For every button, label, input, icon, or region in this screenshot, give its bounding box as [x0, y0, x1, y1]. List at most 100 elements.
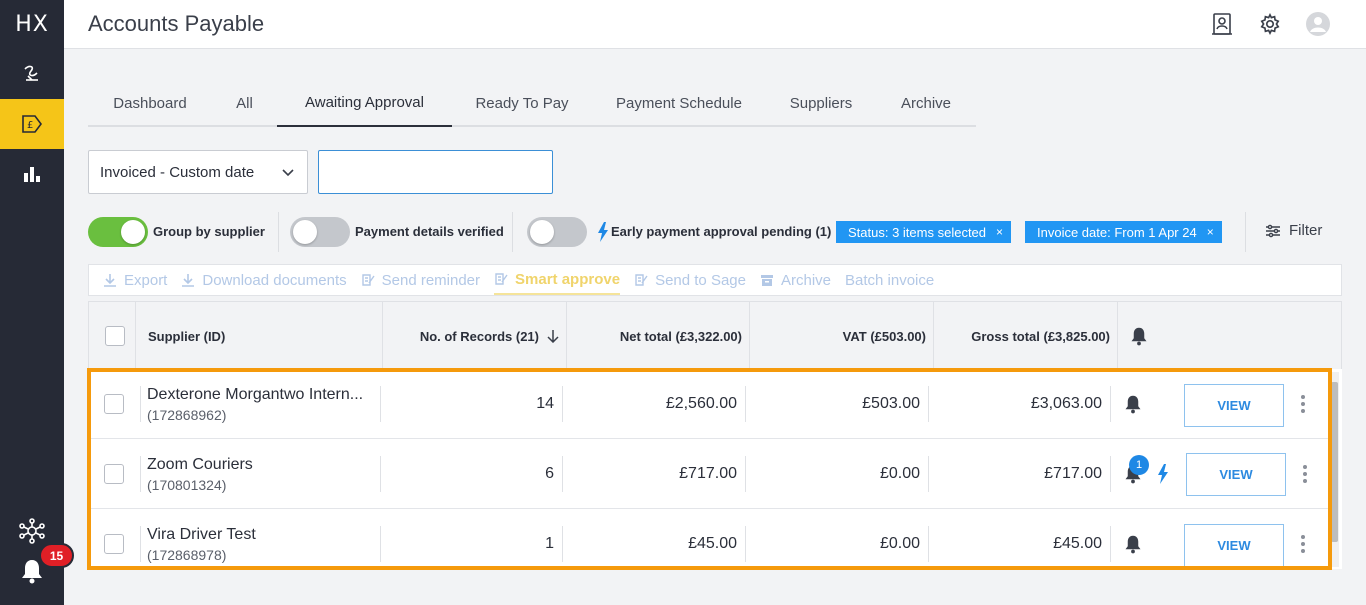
- tab-ready-to-pay[interactable]: Ready To Pay: [452, 80, 592, 127]
- filter-button[interactable]: Filter: [1265, 222, 1322, 239]
- gear-icon: [1260, 13, 1280, 35]
- vat-amount: £0.00: [879, 535, 920, 552]
- toggle-payment-details-verified[interactable]: [290, 217, 350, 247]
- date-range-input[interactable]: [318, 150, 553, 194]
- column-separator: [566, 302, 567, 370]
- toggle-early-payment-pending[interactable]: [527, 217, 587, 247]
- sliders-icon: [1266, 224, 1280, 237]
- divider: [1245, 212, 1246, 252]
- tab-dashboard[interactable]: Dashboard: [88, 80, 212, 127]
- tab-payment-schedule[interactable]: Payment Schedule: [592, 80, 766, 127]
- smart-approve-button[interactable]: Smart approve: [494, 265, 621, 295]
- sidebar-item-accounts-payable[interactable]: £: [0, 99, 64, 149]
- sidebar-item-integrations[interactable]: [0, 518, 64, 544]
- column-header-supplier[interactable]: Supplier (ID): [148, 302, 225, 370]
- column-separator: [382, 302, 383, 370]
- network-hub-icon: [19, 518, 45, 544]
- close-icon[interactable]: ×: [1207, 225, 1214, 239]
- more-options-icon[interactable]: [1302, 465, 1308, 483]
- table-scrollbar[interactable]: [1330, 372, 1339, 567]
- reminder-cell: [1124, 369, 1142, 439]
- column-header-net-total[interactable]: Net total (£3,322.00): [569, 302, 742, 370]
- supplier-name: Zoom Couriers: [147, 455, 253, 473]
- bell-icon[interactable]: [1124, 394, 1142, 414]
- supplier-name: Dexterone Morgantwo Intern...: [147, 385, 364, 403]
- column-header-vat[interactable]: VAT (£503.00): [752, 302, 926, 370]
- export-button[interactable]: Export: [103, 265, 167, 295]
- download-documents-button[interactable]: Download documents: [181, 265, 347, 295]
- settings-button[interactable]: [1258, 12, 1282, 36]
- tab-suppliers[interactable]: Suppliers: [766, 80, 876, 127]
- smart-approve-label: Smart approve: [515, 270, 621, 288]
- table-row[interactable]: Dexterone Morgantwo Intern... (172868962…: [88, 369, 1328, 439]
- edit-document-icon: [361, 274, 375, 286]
- gross-total: £45.00: [1053, 535, 1102, 552]
- lightning-icon: [1158, 464, 1168, 484]
- sidebar: HX £ 15: [0, 0, 74, 605]
- edit-document-icon: [635, 274, 648, 286]
- more-options-icon[interactable]: [1300, 535, 1306, 553]
- user-menu-button[interactable]: [1306, 12, 1330, 36]
- supplier-cell: Zoom Couriers (170801324): [147, 439, 253, 509]
- more-options-icon[interactable]: [1300, 395, 1306, 413]
- cell-separator: [380, 386, 381, 422]
- archive-button[interactable]: Archive: [760, 265, 831, 295]
- bell-icon[interactable]: [1124, 534, 1142, 554]
- send-to-sage-button[interactable]: Send to Sage: [634, 265, 746, 295]
- toggle-group-by-supplier[interactable]: [88, 217, 148, 247]
- net-total: £717.00: [679, 465, 737, 482]
- scrollbar-thumb[interactable]: [1331, 382, 1338, 542]
- download-documents-label: Download documents: [202, 271, 347, 289]
- cell-separator: [140, 456, 141, 492]
- tab-all[interactable]: All: [212, 80, 277, 127]
- row-checkbox-cell: [104, 509, 124, 579]
- divider: [512, 212, 513, 252]
- cell-separator: [745, 456, 746, 492]
- column-header-gross-total[interactable]: Gross total (£3,825.00): [936, 302, 1110, 370]
- bulk-action-bar: Export Download documents Send reminder …: [88, 264, 1342, 296]
- batch-invoice-button[interactable]: Batch invoice: [845, 265, 934, 295]
- close-icon[interactable]: ×: [996, 225, 1003, 239]
- view-button[interactable]: VIEW: [1184, 384, 1284, 427]
- column-separator: [933, 302, 934, 370]
- view-button[interactable]: VIEW: [1186, 453, 1286, 496]
- cell-separator: [1110, 456, 1111, 492]
- cell-separator: [1110, 526, 1111, 562]
- date-filter-select[interactable]: Invoiced - Custom date: [88, 150, 308, 194]
- tab-archive[interactable]: Archive: [876, 80, 976, 127]
- reminder-count-badge: 1: [1129, 455, 1149, 475]
- sidebar-item-reports[interactable]: [0, 149, 64, 199]
- send-reminder-button[interactable]: Send reminder: [361, 265, 480, 295]
- cell-separator: [140, 386, 141, 422]
- row-checkbox[interactable]: [104, 534, 124, 554]
- edit-document-icon: [495, 273, 508, 285]
- batch-invoice-label: Batch invoice: [845, 271, 935, 289]
- pound-invoice-icon: £: [22, 115, 42, 133]
- svg-text:£: £: [27, 120, 33, 131]
- notification-count-badge[interactable]: 15: [39, 543, 74, 568]
- contacts-button[interactable]: [1210, 12, 1234, 36]
- sidebar-item-signature[interactable]: [0, 49, 64, 99]
- tab-awaiting-approval[interactable]: Awaiting Approval: [277, 80, 452, 127]
- send-to-sage-label: Send to Sage: [655, 271, 746, 289]
- cell-separator: [1110, 386, 1111, 422]
- row-checkbox[interactable]: [104, 394, 124, 414]
- table-row[interactable]: Zoom Couriers (170801324) 6 £717.00 £0.0…: [88, 439, 1328, 509]
- chip-label: Status: 3 items selected: [848, 224, 987, 240]
- table-row[interactable]: Vira Driver Test (172868978) 1 £45.00 £0…: [88, 509, 1328, 579]
- app-logo[interactable]: HX: [0, 0, 64, 48]
- supplier-name: Vira Driver Test: [147, 525, 256, 543]
- gross-total: £3,063.00: [1030, 395, 1102, 412]
- export-label: Export: [124, 271, 168, 289]
- row-checkbox[interactable]: [104, 464, 124, 484]
- cell-separator: [745, 386, 746, 422]
- view-button[interactable]: VIEW: [1184, 524, 1284, 567]
- column-header-records[interactable]: No. of Records (21): [389, 302, 559, 370]
- select-all-checkbox-cell: [105, 302, 125, 370]
- filter-chip-invoice-date[interactable]: Invoice date: From 1 Apr 24 ×: [1025, 221, 1222, 243]
- table-body: Dexterone Morgantwo Intern... (172868962…: [88, 369, 1342, 569]
- row-checkbox-cell: [104, 439, 124, 509]
- filter-chip-status[interactable]: Status: 3 items selected ×: [836, 221, 1012, 243]
- records-count: 6: [545, 465, 554, 482]
- select-all-checkbox[interactable]: [105, 326, 125, 346]
